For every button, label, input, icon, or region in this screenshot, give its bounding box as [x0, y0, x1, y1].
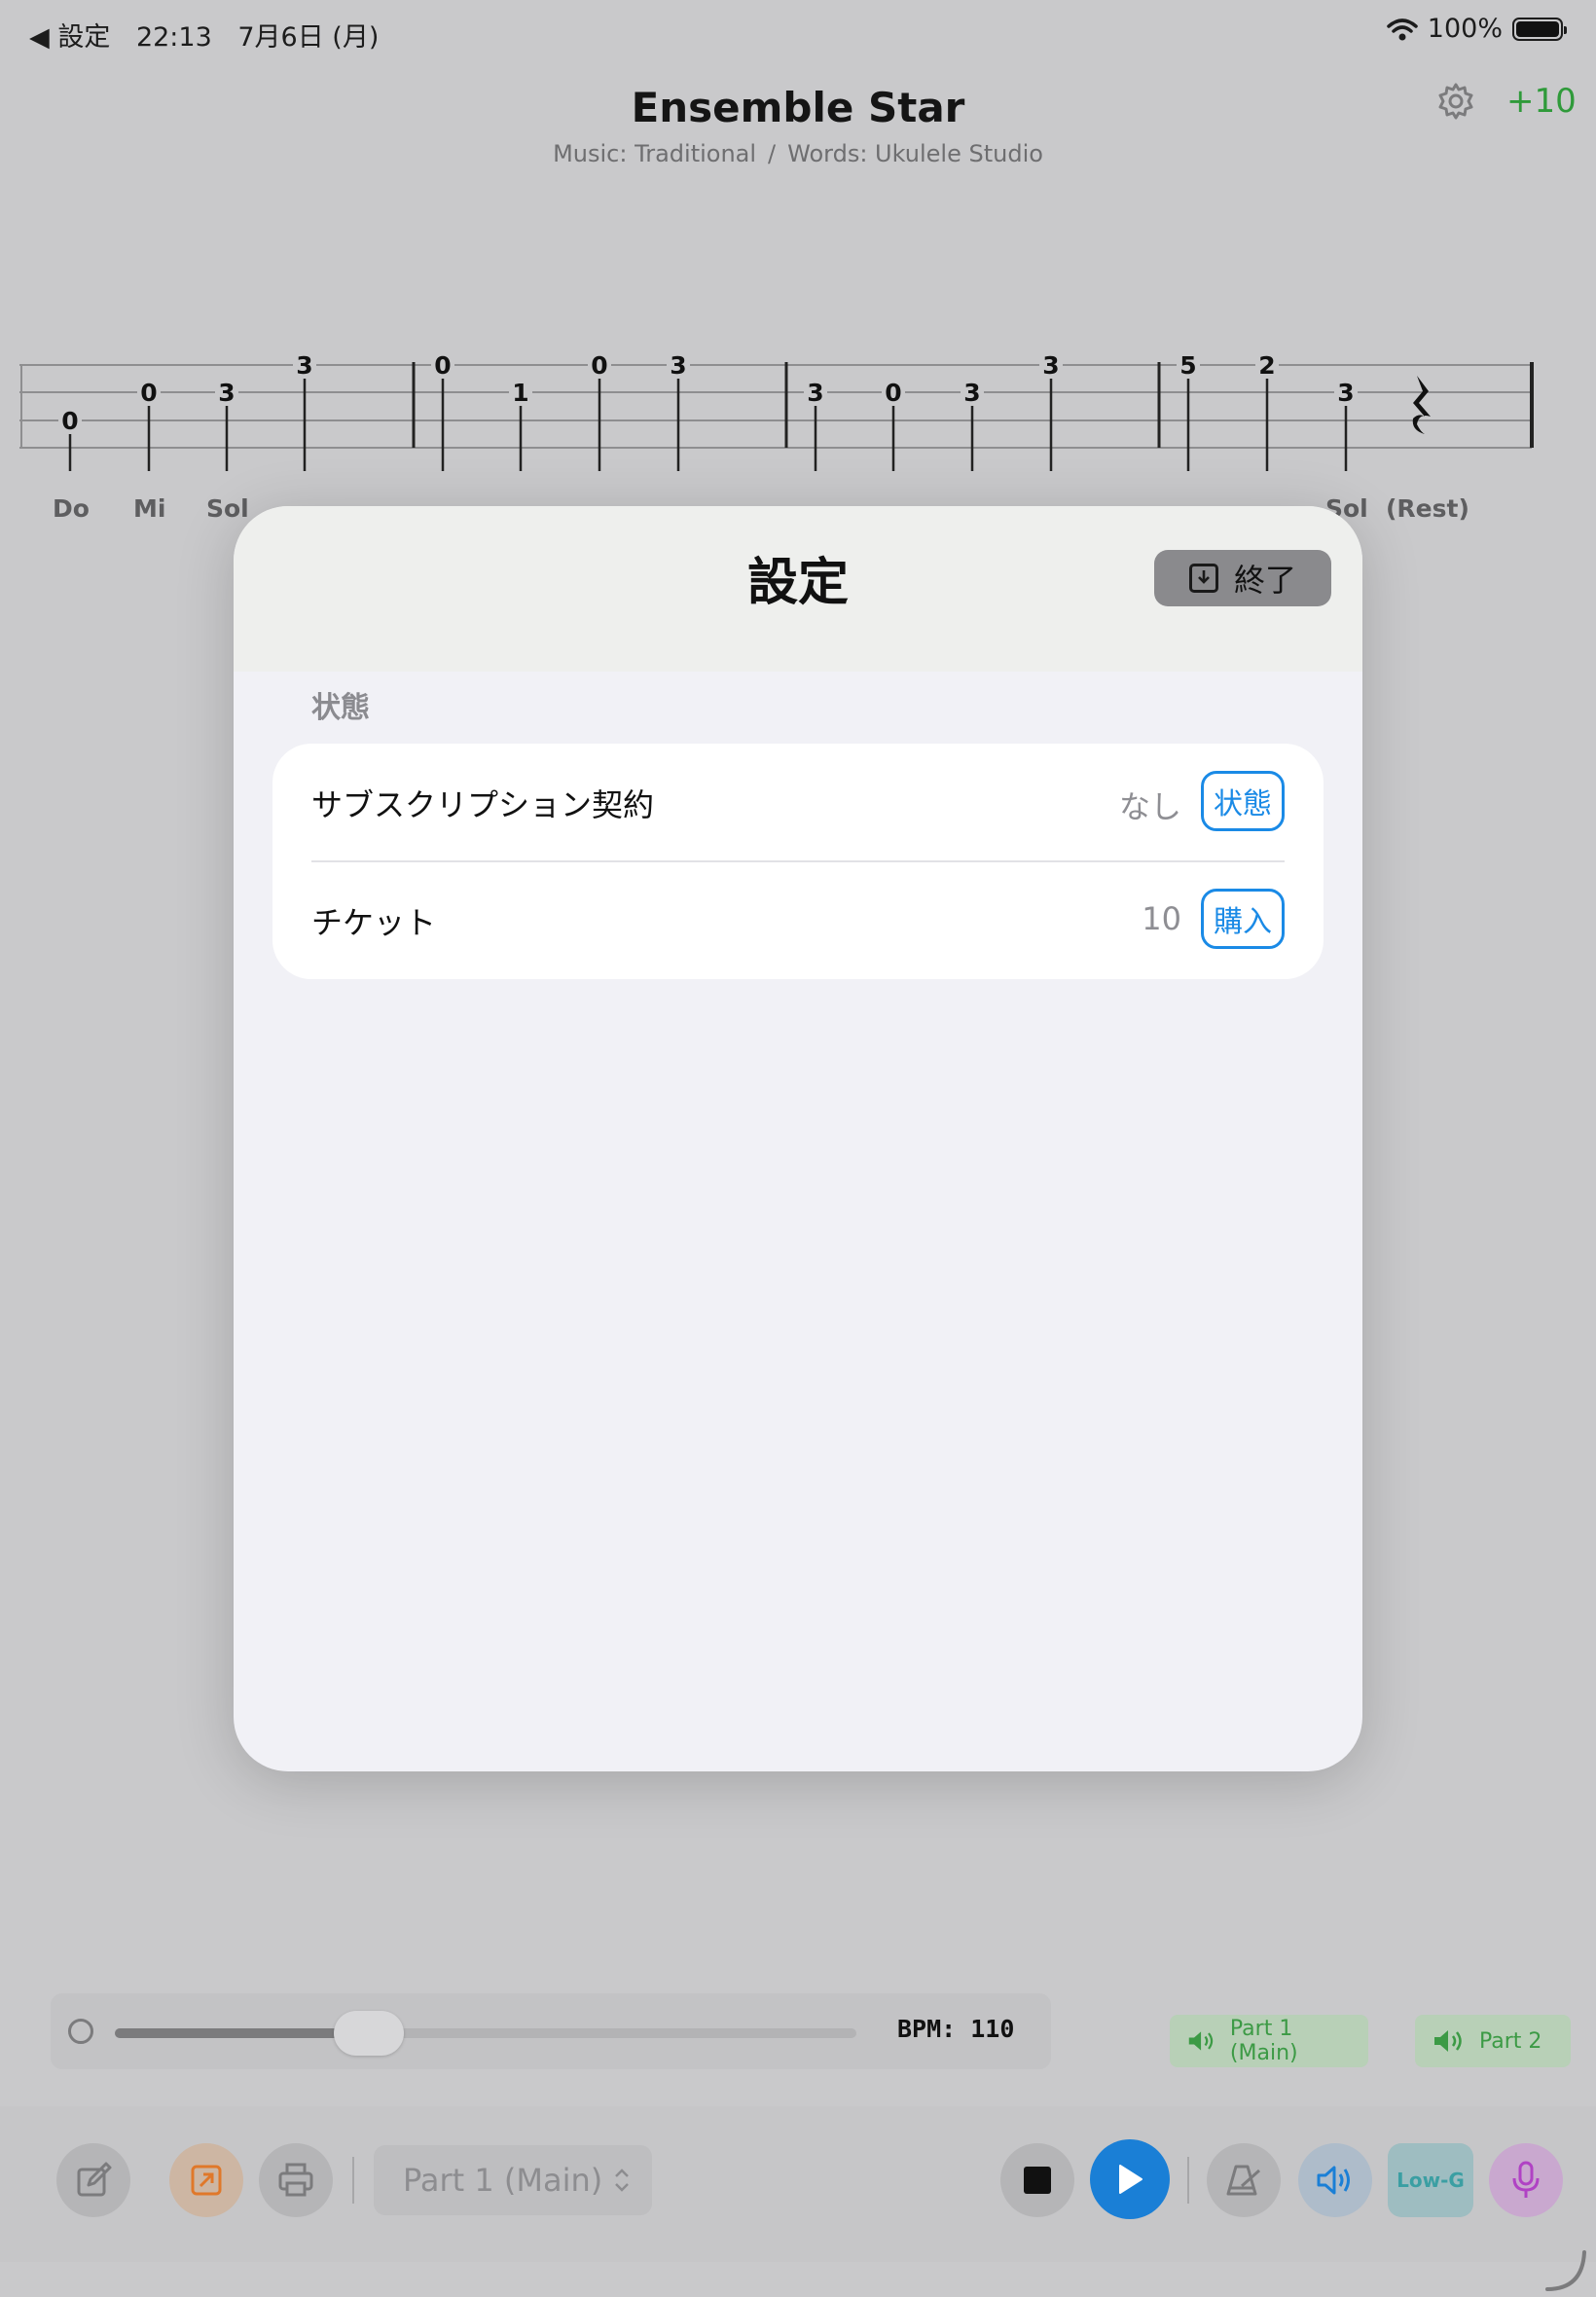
print-button[interactable] — [259, 2143, 333, 2217]
tab-note: 2 — [1258, 351, 1275, 380]
stop-button[interactable] — [1000, 2143, 1074, 2217]
battery-percent: 100% — [1427, 14, 1503, 44]
solfege-label: (Rest) — [1386, 494, 1469, 523]
resize-handle-icon[interactable] — [1543, 2248, 1588, 2293]
settings-modal: 設定 終了 状態 サブスクリプション契約 なし 状態 チケット 10 購入 — [234, 506, 1362, 1771]
subscription-status-button[interactable]: 状態 — [1201, 771, 1285, 831]
tab-note: 3 — [1042, 351, 1059, 380]
stop-icon — [1024, 2167, 1051, 2194]
printer-icon — [278, 2163, 313, 2197]
status-bar: ◀ 設定 22:13 7月6日 (月) 100% — [0, 12, 1596, 53]
subscription-row: サブスクリプション契約 なし 状態 — [311, 744, 1285, 860]
part-selector-label: Part 1 (Main) — [403, 2162, 603, 2199]
subscription-label: サブスクリプション契約 — [311, 786, 655, 823]
gear-icon[interactable] — [1436, 82, 1475, 121]
toolbar-divider — [352, 2157, 354, 2204]
part-1-toggle[interactable]: Part 1 (Main) — [1170, 2015, 1368, 2067]
song-credits: Music: Traditional / Words: Ukulele Studio — [0, 140, 1596, 167]
tab-note: 0 — [140, 379, 157, 407]
music-credit: Music: Traditional — [553, 140, 757, 167]
status-date: 7月6日 (月) — [237, 22, 380, 53]
tab-note: 3 — [218, 379, 235, 407]
bottom-toolbar: Part 1 (Main) Low-G — [0, 2106, 1596, 2262]
tuning-button[interactable]: Low-G — [1388, 2143, 1473, 2217]
battery-icon — [1512, 17, 1567, 41]
tab-note: 3 — [296, 351, 312, 380]
tempo-panel: BPM: 110 — [51, 1993, 1051, 2069]
section-label-status: 状態 — [311, 691, 370, 725]
edit-icon — [77, 2162, 112, 2197]
tab-note: 0 — [61, 407, 78, 435]
wifi-icon — [1387, 18, 1418, 40]
volume-button[interactable] — [1298, 2143, 1372, 2217]
tab-note: 3 — [963, 379, 980, 407]
tempo-slider-thumb[interactable] — [334, 2011, 405, 2056]
tablature: 0 0 3 3 0 1 0 3 3 0 3 3 5 2 3 — [19, 351, 1534, 471]
tempo-slider-fill — [115, 2028, 360, 2038]
solfege-label: Do — [53, 494, 90, 523]
tab-note: 5 — [1179, 351, 1196, 380]
save-down-arrow-icon — [1188, 564, 1218, 593]
song-title: Ensemble Star — [631, 84, 965, 131]
tab-note: 3 — [1337, 379, 1354, 407]
tab-note: 3 — [807, 379, 823, 407]
ticket-label: チケット — [311, 904, 437, 941]
play-button[interactable] — [1090, 2139, 1170, 2219]
microphone-button[interactable] — [1489, 2143, 1563, 2217]
subscription-value: なし — [1118, 788, 1181, 825]
tab-note: 0 — [591, 351, 607, 380]
tempo-slider[interactable] — [115, 2011, 856, 2056]
words-credit: Words: Ukulele Studio — [787, 140, 1043, 167]
tab-note: 3 — [670, 351, 686, 380]
credit-separator: / — [768, 140, 777, 167]
part-selector[interactable]: Part 1 (Main) — [374, 2145, 652, 2215]
volume-icon — [1317, 2166, 1350, 2195]
export-arrow-icon — [191, 2165, 222, 2196]
play-icon — [1119, 2165, 1143, 2194]
done-button[interactable]: 終了 — [1154, 550, 1331, 606]
share-button[interactable] — [169, 2143, 243, 2217]
tab-note: 1 — [512, 379, 528, 407]
ticket-row: チケット 10 購入 — [311, 861, 1285, 978]
speaker-icon — [1188, 2031, 1214, 2051]
quarter-rest-icon — [1412, 376, 1431, 434]
done-label: 終了 — [1233, 562, 1296, 599]
status-card: サブスクリプション契約 なし 状態 チケット 10 購入 — [272, 744, 1324, 979]
clock-icon — [68, 2019, 93, 2044]
part-2-toggle[interactable]: Part 2 — [1415, 2015, 1571, 2067]
part-1-label: Part 1 (Main) — [1229, 2017, 1298, 2065]
buy-tickets-button[interactable]: 購入 — [1201, 889, 1285, 949]
back-to-settings-link[interactable]: ◀ 設定 — [29, 22, 110, 53]
ticket-count: 10 — [1142, 900, 1181, 937]
tickets-delta: +10 — [1506, 82, 1577, 121]
bpm-readout: BPM: 110 — [897, 2015, 1015, 2043]
metronome-button[interactable] — [1207, 2143, 1281, 2217]
tab-note: 0 — [434, 351, 451, 380]
solfege-label: Mi — [133, 494, 166, 523]
edit-button[interactable] — [56, 2143, 130, 2217]
status-time: 22:13 — [135, 22, 212, 53]
tab-note: 0 — [885, 379, 901, 407]
toolbar-divider — [1187, 2157, 1189, 2204]
part-2-label: Part 2 — [1479, 2028, 1542, 2054]
microphone-icon — [1512, 2161, 1540, 2198]
speaker-icon — [1434, 2030, 1462, 2052]
chevron-up-down-icon — [615, 2169, 630, 2192]
metronome-icon — [1226, 2165, 1260, 2196]
